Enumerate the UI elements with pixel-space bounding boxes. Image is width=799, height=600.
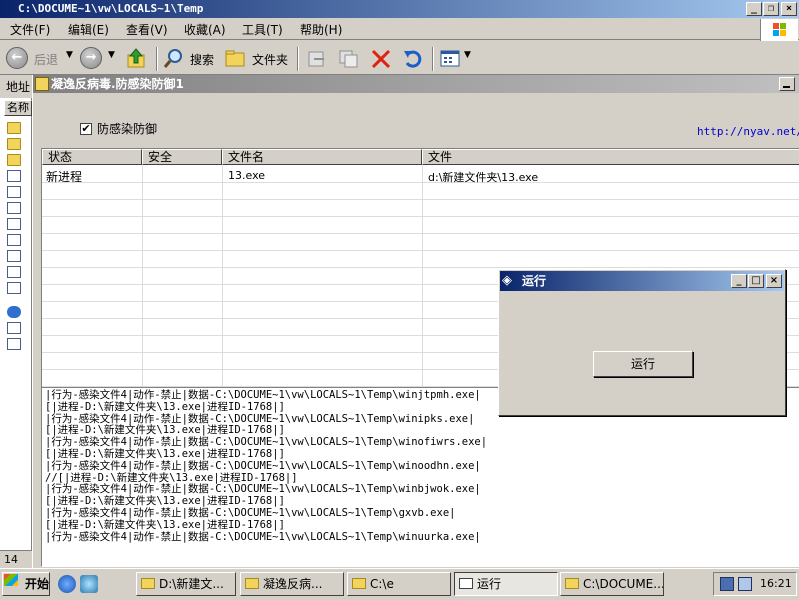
ie-quicklaunch-icon[interactable]: [58, 575, 76, 593]
restore-button[interactable]: ❐: [763, 2, 779, 16]
desktop-quicklaunch-icon[interactable]: [80, 575, 98, 593]
log-line: [|进程-D:\新建文件夹\13.exe|进程ID-1768|]: [45, 447, 285, 460]
menu-view[interactable]: 查看(V): [126, 21, 168, 38]
folders-label[interactable]: 文件夹: [252, 51, 288, 68]
website-link[interactable]: http://nyav.net/: [697, 125, 799, 138]
volume-icon[interactable]: [738, 577, 752, 591]
log-line: |行为-感染文件4|动作-禁止|数据-C:\DOCUME~1\vw\LOCALS…: [45, 530, 481, 543]
app-icon: ◈: [502, 273, 512, 288]
close-button[interactable]: ×: [766, 274, 782, 288]
anti-infection-checkbox[interactable]: ✔: [80, 123, 92, 135]
move-to-icon[interactable]: [306, 49, 328, 69]
minimize-button[interactable]: _: [746, 2, 762, 16]
cell-status: 新进程: [46, 170, 83, 184]
windows-logo-icon: [760, 19, 798, 41]
status-count: 14 个: [0, 550, 32, 584]
back-dropdown-icon[interactable]: ▼: [66, 50, 73, 60]
log-line: |行为-感染文件4|动作-禁止|数据-C:\DOCUME~1\vw\LOCALS…: [45, 506, 456, 519]
menu-help[interactable]: 帮助(H): [300, 21, 342, 38]
file-icon[interactable]: [7, 250, 21, 262]
column-header-filename[interactable]: 文件名: [222, 149, 422, 165]
forward-dropdown-icon[interactable]: ▼: [108, 50, 115, 60]
menu-edit[interactable]: 编辑(E): [68, 21, 109, 38]
views-icon[interactable]: [440, 49, 462, 69]
explorer-title-text: C:\DOCUME~1\vw\LOCALS~1\Temp: [18, 2, 204, 15]
start-label: 开始: [25, 577, 50, 591]
task-button-active[interactable]: 运行: [454, 572, 558, 596]
network-icon[interactable]: [720, 577, 734, 591]
search-icon[interactable]: [163, 47, 185, 69]
task-button[interactable]: C:\e: [347, 572, 451, 596]
views-dropdown-icon[interactable]: ▼: [464, 50, 471, 60]
undo-icon[interactable]: [402, 48, 424, 70]
ie-icon[interactable]: [7, 306, 21, 318]
run-dialog-title-text: 运行: [522, 274, 547, 288]
file-icon[interactable]: [7, 218, 21, 230]
run-button[interactable]: 运行: [593, 351, 693, 377]
menu-tools[interactable]: 工具(T): [242, 21, 283, 38]
back-arrow-icon[interactable]: ←: [6, 47, 28, 69]
column-header-safe[interactable]: 安全: [142, 149, 222, 165]
log-line: |行为-感染文件4|动作-禁止|数据-C:\DOCUME~1\vw\LOCALS…: [45, 459, 481, 472]
log-line: [|进程-D:\新建文件夹\13.exe|进程ID-1768|]: [45, 518, 285, 531]
folder-icon: [565, 578, 579, 589]
app-icon: [245, 578, 259, 589]
folders-icon[interactable]: [224, 49, 246, 69]
explorer-title-bar: C:\DOCUME~1\vw\LOCALS~1\Temp _ ❐ ×: [0, 0, 799, 18]
file-icon[interactable]: [7, 170, 21, 182]
task-button[interactable]: 凝逸反病...: [240, 572, 344, 596]
copy-to-icon[interactable]: [338, 49, 360, 69]
minimize-button[interactable]: [779, 77, 795, 91]
explorer-menu-bar: 文件(F) 编辑(E) 查看(V) 收藏(A) 工具(T) 帮助(H): [0, 18, 799, 40]
back-label[interactable]: 后退: [34, 51, 58, 68]
file-icon[interactable]: [7, 322, 21, 334]
folder-icon[interactable]: [7, 122, 21, 134]
address-label: 地址: [0, 76, 32, 98]
file-icon[interactable]: [7, 202, 21, 214]
explorer-file-list: 名称: [0, 98, 32, 550]
folder-icon: [352, 578, 366, 589]
taskbar: 开始 D:\新建文... 凝逸反病... C:\e 运行 C:\DOCUME..…: [0, 568, 799, 600]
run-dialog: 运行 ◈ _ □ × 运行: [498, 269, 786, 416]
delete-icon[interactable]: [370, 48, 392, 70]
forward-arrow-icon[interactable]: →: [80, 47, 102, 69]
column-header-status[interactable]: 状态: [42, 149, 142, 165]
explorer-toolbar: ← 后退 ▼ → ▼ 搜索 文件夹 ▼: [0, 41, 799, 75]
app-icon: [459, 578, 473, 589]
file-icon[interactable]: [7, 234, 21, 246]
file-icon[interactable]: [7, 338, 21, 350]
maximize-button[interactable]: □: [748, 274, 764, 288]
file-icon[interactable]: [7, 266, 21, 278]
minimize-button[interactable]: _: [731, 274, 747, 288]
folder-icon: [141, 578, 155, 589]
close-button[interactable]: ×: [781, 2, 797, 16]
folder-icon[interactable]: [7, 154, 21, 166]
clock[interactable]: 16:21: [760, 577, 792, 590]
antivirus-title-bar: 凝逸反病毒.防感染防御1: [33, 75, 799, 93]
cell-filename: 13.exe: [228, 169, 266, 182]
antivirus-title-text: 凝逸反病毒.防感染防御1: [51, 77, 184, 91]
folder-icon[interactable]: [7, 138, 21, 150]
task-button[interactable]: C:\DOCUME...: [560, 572, 664, 596]
anti-infection-label[interactable]: 防感染防御: [97, 120, 157, 137]
up-folder-icon[interactable]: [126, 47, 148, 69]
column-header-file[interactable]: 文件: [422, 149, 799, 165]
file-icon[interactable]: [7, 282, 21, 294]
search-label[interactable]: 搜索: [190, 51, 214, 68]
task-button[interactable]: D:\新建文...: [136, 572, 236, 596]
cell-file: d:\新建文件夹\13.exe: [428, 171, 539, 184]
file-icon[interactable]: [7, 186, 21, 198]
menu-file[interactable]: 文件(F): [10, 21, 50, 38]
system-tray: 16:21: [713, 572, 797, 596]
name-column-header[interactable]: 名称: [4, 100, 32, 116]
menu-favorites[interactable]: 收藏(A): [184, 21, 226, 38]
windows-logo-icon: [4, 574, 18, 586]
app-icon: [35, 77, 49, 91]
